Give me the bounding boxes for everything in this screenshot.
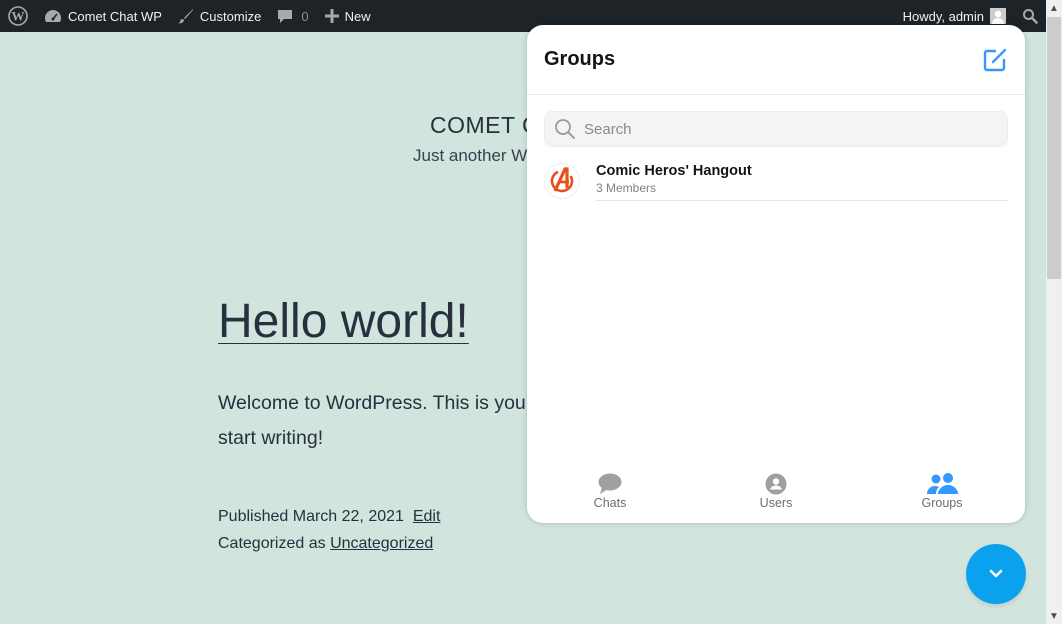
group-list-item[interactable]: Comic Heros' Hangout 3 Members	[544, 161, 1008, 201]
page-scrollbar[interactable]: ▲ ▼	[1046, 0, 1062, 624]
toggle-chat-button[interactable]	[966, 544, 1026, 604]
search-input[interactable]	[584, 120, 984, 138]
group-avatar	[544, 163, 580, 199]
categorized-label: Categorized as	[218, 535, 326, 552]
dashboard-icon	[45, 10, 61, 22]
group-member-count: 3 Members	[596, 181, 657, 195]
chevron-down-icon	[989, 569, 1003, 578]
chat-title: Groups	[544, 48, 616, 70]
group-name: Comic Heros' Hangout	[596, 163, 752, 179]
groups-icon	[927, 473, 958, 494]
tab-label: Groups	[921, 496, 963, 510]
chat-bubble-icon	[598, 473, 622, 494]
post-meta: Published March 22, 2021 Edit Categorize…	[218, 503, 440, 557]
tab-label: Chats	[593, 496, 627, 510]
comment-icon	[278, 10, 293, 23]
svg-text:W: W	[12, 9, 25, 24]
scroll-down-arrow-icon[interactable]: ▼	[1046, 608, 1062, 624]
compose-icon	[983, 48, 1007, 71]
tab-chats[interactable]: Chats	[527, 473, 693, 523]
post-title-link[interactable]: Hello world!	[218, 294, 469, 349]
user-avatar	[990, 8, 1006, 24]
new-label: New	[344, 8, 371, 24]
bottom-tab-bar: Chats Users Groups	[527, 473, 1025, 523]
post-body: Welcome to WordPress. This is you start …	[218, 392, 526, 449]
published-label: Published	[218, 508, 289, 525]
published-date[interactable]: March 22, 2021	[293, 508, 404, 525]
edit-link[interactable]: Edit	[413, 508, 441, 525]
scroll-up-arrow-icon[interactable]: ▲	[1046, 0, 1062, 16]
comments-count: 0	[301, 8, 309, 24]
customize-link[interactable]: Customize	[170, 0, 269, 32]
search-box	[544, 111, 1008, 147]
tab-label: Users	[759, 496, 793, 510]
wordpress-logo-button[interactable]: W	[0, 0, 36, 32]
site-name: Comet Chat WP	[68, 8, 162, 24]
user-circle-icon	[765, 473, 787, 495]
chat-panel: Groups Comic Heros' Hangout 3 Members	[527, 25, 1025, 523]
chat-header: Groups	[527, 25, 1025, 95]
greeting: Howdy, admin	[902, 8, 984, 24]
category-link[interactable]: Uncategorized	[330, 535, 433, 552]
search-icon	[555, 119, 575, 139]
brush-icon	[177, 9, 193, 24]
tab-users[interactable]: Users	[693, 473, 859, 523]
new-content-link[interactable]: New	[317, 0, 379, 32]
comments-link[interactable]: 0	[269, 0, 316, 32]
site-name-link[interactable]: Comet Chat WP	[36, 0, 170, 32]
site-title[interactable]: COMET C	[430, 112, 539, 139]
customize-label: Customize	[199, 8, 262, 24]
plus-icon	[324, 9, 339, 23]
search-button[interactable]	[1014, 0, 1046, 32]
tab-groups[interactable]: Groups	[859, 473, 1025, 523]
site-description: Just another W	[413, 146, 528, 165]
create-group-button[interactable]	[982, 47, 1008, 73]
wordpress-icon: W	[8, 6, 28, 26]
avengers-logo-icon	[550, 167, 574, 193]
search-icon	[1023, 9, 1038, 24]
scroll-thumb[interactable]	[1047, 17, 1061, 279]
